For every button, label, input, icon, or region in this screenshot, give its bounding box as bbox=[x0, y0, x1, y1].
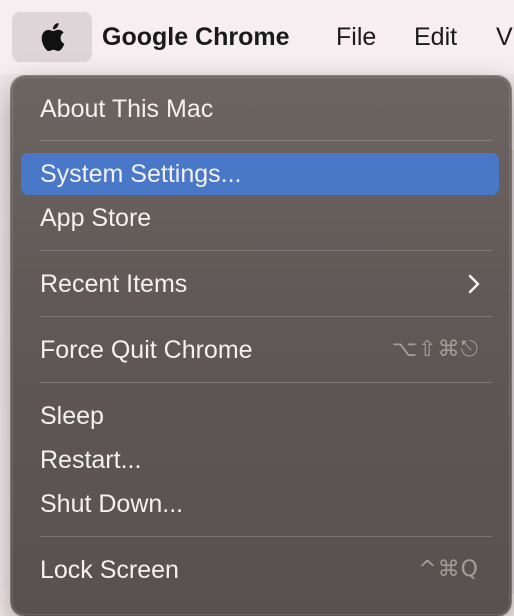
app-name-menu[interactable]: Google Chrome bbox=[102, 22, 290, 52]
apple-menu-button[interactable] bbox=[12, 12, 92, 62]
menu-item-shut-down[interactable]: Shut Down... bbox=[21, 483, 499, 525]
menu-item-label: Force Quit Chrome bbox=[40, 336, 253, 364]
edit-menu[interactable]: Edit bbox=[414, 22, 457, 52]
menu-item-label: App Store bbox=[40, 204, 152, 232]
menu-item-label: Lock Screen bbox=[40, 556, 179, 584]
apple-dropdown-menu: About This Mac System Settings... App St… bbox=[11, 76, 511, 616]
menu-separator bbox=[40, 536, 492, 537]
menu-item-label: System Settings... bbox=[40, 160, 242, 188]
menu-item-label: Shut Down... bbox=[40, 490, 184, 518]
menu-item-sleep[interactable]: Sleep bbox=[21, 395, 499, 437]
menu-separator bbox=[40, 250, 492, 251]
menu-item-system-settings[interactable]: System Settings... bbox=[21, 153, 499, 195]
menu-item-app-store[interactable]: App Store bbox=[21, 197, 499, 239]
keyboard-shortcut: ⌥⇧⌘⎋ bbox=[391, 337, 479, 362]
menu-item-label: Recent Items bbox=[40, 270, 188, 298]
menu-item-label: About This Mac bbox=[40, 95, 214, 123]
menu-bar: Google Chrome File Edit V bbox=[0, 0, 514, 74]
apple-logo-icon bbox=[41, 23, 65, 52]
view-menu[interactable]: V bbox=[496, 22, 513, 52]
menu-item-force-quit[interactable]: Force Quit Chrome ⌥⇧⌘⎋ bbox=[21, 329, 499, 371]
menu-separator bbox=[40, 382, 492, 383]
menu-item-restart[interactable]: Restart... bbox=[21, 439, 499, 481]
chevron-right-icon bbox=[468, 274, 480, 294]
menu-separator bbox=[40, 316, 492, 317]
keyboard-shortcut: ^⌘Q bbox=[418, 557, 479, 582]
menu-item-label: Restart... bbox=[40, 446, 142, 474]
file-menu[interactable]: File bbox=[336, 22, 376, 52]
menu-item-about[interactable]: About This Mac bbox=[21, 88, 499, 130]
menu-separator bbox=[40, 140, 492, 141]
menu-item-lock-screen[interactable]: Lock Screen ^⌘Q bbox=[21, 549, 499, 591]
menu-item-recent-items[interactable]: Recent Items bbox=[21, 263, 499, 305]
menu-item-label: Sleep bbox=[40, 402, 104, 430]
